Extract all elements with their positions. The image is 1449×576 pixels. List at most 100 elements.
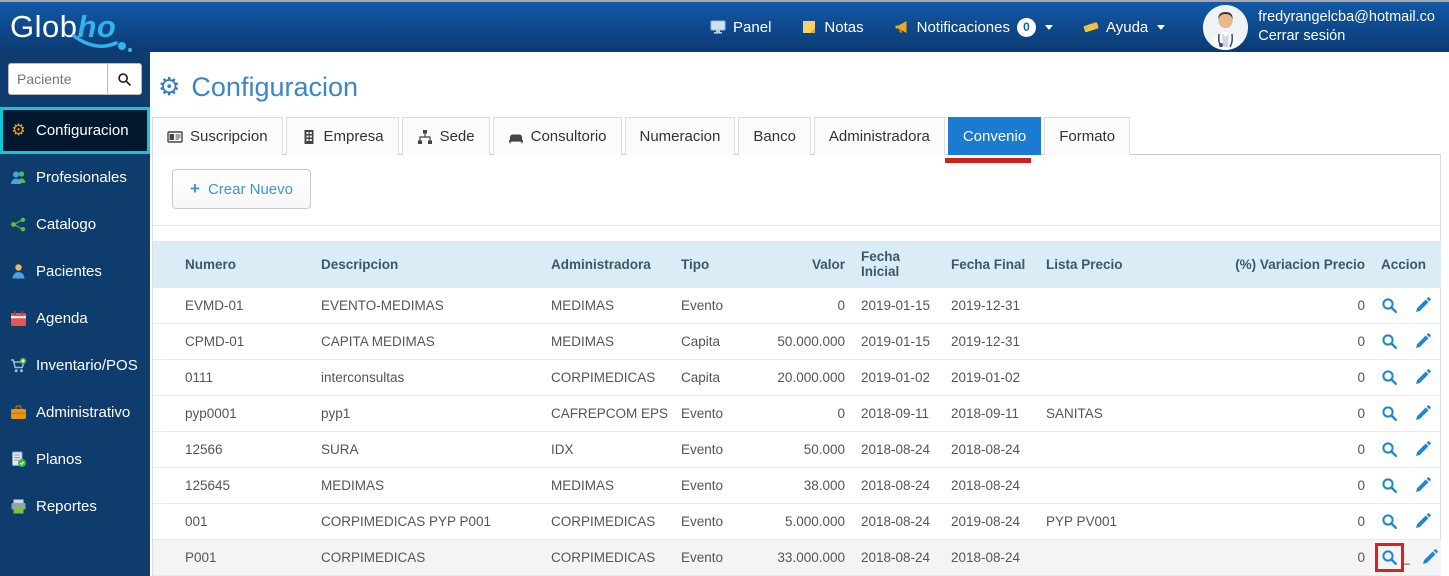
logout-link[interactable]: Cerrar sesión xyxy=(1258,27,1435,46)
table-row: CPMD-01 CAPITA MEDIMAS MEDIMAS Capita 50… xyxy=(153,323,1441,360)
sidebar-item-catalogo[interactable]: Catalogo xyxy=(0,201,150,248)
cell-lista-precio xyxy=(1038,359,1213,396)
cell-fecha-final: 2019-08-24 xyxy=(943,503,1038,540)
cell-accion: _ xyxy=(1373,539,1441,576)
tab-label: Sede xyxy=(439,128,475,145)
avatar[interactable] xyxy=(1203,4,1249,50)
sidebar-item-planos[interactable]: Planos xyxy=(0,436,150,483)
patient-search xyxy=(0,52,150,107)
tab-bar: Suscripcion Empresa Sede Consultorio Num… xyxy=(152,117,1441,163)
nav-item-panel[interactable]: Panel xyxy=(710,19,771,36)
sidebar-item-configuracion[interactable]: ⚙ Configuracion xyxy=(0,107,150,154)
person-icon xyxy=(12,264,25,279)
logo-swoosh-icon xyxy=(72,34,133,53)
cell-variacion-precio: 0 xyxy=(1213,323,1373,360)
tab-formato[interactable]: Formato xyxy=(1044,117,1131,155)
edit-row-button[interactable] xyxy=(1414,405,1431,422)
tab-label: Administradora xyxy=(828,128,930,145)
tab-consultorio[interactable]: Consultorio xyxy=(492,117,622,155)
megaphone-icon xyxy=(895,21,907,33)
page-title: ⚙ Configuracion xyxy=(158,72,1449,103)
card-icon xyxy=(167,130,183,143)
cell-administradora: CAFREPCOM EPS xyxy=(543,395,673,432)
edit-row-button[interactable] xyxy=(1414,477,1431,494)
magnifier-icon xyxy=(1382,406,1397,421)
patient-search-input[interactable] xyxy=(8,63,107,95)
cell-fecha-inicial: 2018-08-24 xyxy=(853,503,943,540)
cell-descripcion: MEDIMAS xyxy=(313,467,543,504)
cell-variacion-precio: 0 xyxy=(1213,539,1373,576)
people-icon xyxy=(11,171,26,184)
view-row-button[interactable] xyxy=(1381,477,1398,494)
view-row-button[interactable] xyxy=(1381,369,1398,386)
patient-search-button[interactable] xyxy=(107,63,142,95)
cell-variacion-precio: 0 xyxy=(1213,467,1373,504)
pencil-icon xyxy=(1416,369,1431,384)
sidebar-item-label: Planos xyxy=(36,451,82,468)
sidebar-item-profesionales[interactable]: Profesionales xyxy=(0,154,150,201)
sidebar-item-inventario-pos[interactable]: Inventario/POS xyxy=(0,342,150,389)
tab-numeracion[interactable]: Numeracion xyxy=(624,117,736,155)
create-new-button[interactable]: + Crear Nuevo xyxy=(172,169,311,209)
cell-descripcion: pyp1 xyxy=(313,395,543,432)
pencil-icon xyxy=(1422,549,1438,564)
main-content: ⚙ Configuracion Suscripcion Empresa Sede… xyxy=(150,52,1449,576)
sidebar-item-agenda[interactable]: Agenda xyxy=(0,295,150,342)
cell-variacion-precio: 0 xyxy=(1213,431,1373,468)
brand-logo[interactable]: Globho xyxy=(10,9,160,53)
tab-empresa[interactable]: Empresa xyxy=(285,117,399,155)
cell-administradora: MEDIMAS xyxy=(543,287,673,324)
cell-tipo: Evento xyxy=(673,503,753,540)
cursor-artifact: _ xyxy=(1403,550,1410,565)
tab-banco[interactable]: Banco xyxy=(738,117,811,155)
edit-row-button[interactable] xyxy=(1414,441,1431,458)
sidebar-item-label: Configuracion xyxy=(36,122,129,139)
sidebar-item-reportes[interactable]: Reportes xyxy=(0,483,150,530)
cell-administradora: MEDIMAS xyxy=(543,467,673,504)
cell-numero: CPMD-01 xyxy=(153,323,313,360)
briefcase-icon xyxy=(11,405,26,419)
sidebar-item-pacientes[interactable]: Pacientes xyxy=(0,248,150,295)
view-row-button[interactable] xyxy=(1381,441,1398,458)
view-row-button[interactable] xyxy=(1375,543,1404,572)
cell-numero: 125645 xyxy=(153,467,313,504)
tab-suscripcion[interactable]: Suscripcion xyxy=(152,117,283,155)
edit-row-button[interactable] xyxy=(1421,549,1438,566)
edit-row-button[interactable] xyxy=(1414,513,1431,530)
edit-row-button[interactable] xyxy=(1414,297,1431,314)
header-variacion-precio: (%) Variacion Precio xyxy=(1213,241,1373,288)
cell-lista-precio xyxy=(1038,539,1213,576)
tab-convenio[interactable]: Convenio xyxy=(944,117,1042,163)
cart-icon xyxy=(11,357,27,373)
pencil-icon xyxy=(1416,333,1431,348)
cell-descripcion: EVENTO-MEDIMAS xyxy=(313,287,543,324)
tab-administradora[interactable]: Administradora xyxy=(813,117,945,155)
toolbar: + Crear Nuevo xyxy=(153,155,1440,226)
edit-row-button[interactable] xyxy=(1414,333,1431,350)
cell-fecha-final: 2019-12-31 xyxy=(943,287,1038,324)
view-row-button[interactable] xyxy=(1381,405,1398,422)
nav-item-notas[interactable]: Notas xyxy=(801,19,864,36)
view-row-button[interactable] xyxy=(1381,333,1398,350)
view-row-button[interactable] xyxy=(1381,513,1398,530)
cell-descripcion: CORPIMEDICAS xyxy=(313,539,543,576)
cell-administradora: IDX xyxy=(543,431,673,468)
view-row-button[interactable] xyxy=(1381,297,1398,314)
cell-tipo: Evento xyxy=(673,467,753,504)
nav-item-notificaciones[interactable]: Notificaciones 0 xyxy=(894,17,1053,37)
cell-valor: 20.000.000 xyxy=(753,359,853,396)
nav-item-ayuda[interactable]: Ayuda xyxy=(1083,19,1166,36)
sidebar-item-administrativo[interactable]: Administrativo xyxy=(0,389,150,436)
pencil-icon xyxy=(1416,405,1431,420)
user-email[interactable]: fredyrangelcba@hotmail.co xyxy=(1258,8,1435,27)
gear-icon: ⚙ xyxy=(158,73,181,101)
cell-tipo: Capita xyxy=(673,359,753,396)
cell-variacion-precio: 0 xyxy=(1213,395,1373,432)
monitor-icon xyxy=(710,20,726,34)
tab-sede[interactable]: Sede xyxy=(401,117,490,155)
calendar-icon xyxy=(11,311,26,326)
edit-row-button[interactable] xyxy=(1414,369,1431,386)
search-icon xyxy=(118,72,132,86)
header-valor: Valor xyxy=(753,241,853,288)
header-accion: Accion xyxy=(1373,241,1441,288)
